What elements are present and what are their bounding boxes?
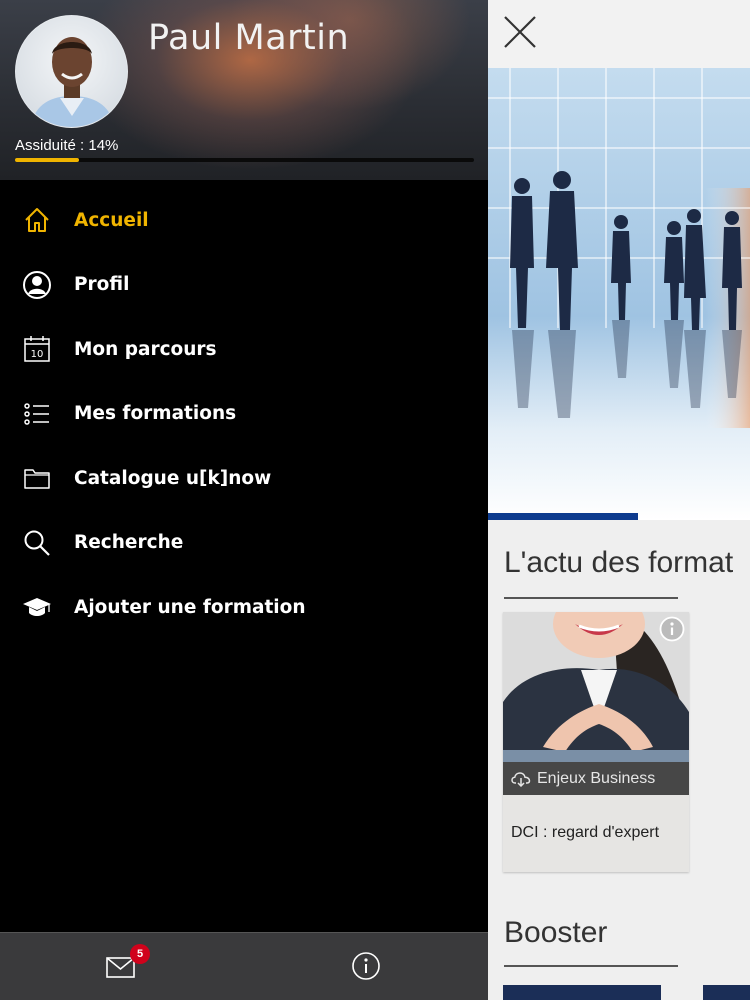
close-icon	[504, 16, 536, 48]
section-divider	[504, 965, 678, 967]
user-name: Paul Martin	[148, 18, 350, 58]
info-button[interactable]	[351, 951, 381, 981]
menu-label: Catalogue u[k]now	[74, 467, 272, 489]
menu-item-profil[interactable]: Profil	[0, 253, 488, 318]
avatar[interactable]	[15, 15, 128, 128]
menu-item-ajouter-formation[interactable]: Ajouter une formation	[0, 575, 488, 640]
messages-button[interactable]: 5	[106, 944, 150, 983]
formation-card[interactable]: Enjeux Business DCI : regard d'expert	[503, 612, 689, 872]
hero-underline	[488, 513, 638, 520]
profile-icon	[22, 270, 52, 300]
avatar-photo	[30, 37, 115, 127]
main-content-panel: L'actu des format Enjeux Business DCI: …	[488, 0, 750, 1000]
menu-item-mon-parcours[interactable]: 10 Mon parcours	[0, 317, 488, 382]
calendar-icon: 10	[22, 334, 52, 364]
drawer-bottom-bar: 5	[0, 932, 488, 1000]
graduation-cap-icon	[22, 592, 52, 622]
menu-label: Recherche	[74, 532, 184, 554]
navigation-drawer: Paul Martin Assiduité : 14% Accueil Prof…	[0, 0, 488, 1000]
assiduite-progress-fill	[15, 158, 80, 162]
list-icon	[22, 399, 52, 429]
menu-item-mes-formations[interactable]: Mes formations	[0, 382, 488, 447]
svg-text:10: 10	[31, 349, 44, 360]
info-icon	[659, 616, 685, 642]
menu-item-catalogue[interactable]: Catalogue u[k]now	[0, 446, 488, 511]
hero-banner-image[interactable]	[488, 68, 750, 520]
card-tag-label: Enjeux Business	[537, 769, 656, 787]
card-image	[503, 612, 689, 762]
booster-card-peek[interactable]	[503, 985, 661, 1000]
menu-label: Mon parcours	[74, 338, 217, 360]
card-title: DCI : regard d'expert	[511, 824, 660, 841]
menu-label: Accueil	[74, 209, 149, 231]
card-category-tag: Enjeux Business	[503, 762, 689, 795]
section-divider	[504, 597, 678, 599]
business-people-silhouettes-image	[488, 68, 750, 520]
section-title-booster: Booster	[504, 916, 608, 949]
drawer-header: Paul Martin Assiduité : 14%	[0, 0, 488, 180]
card-info-button[interactable]	[659, 616, 685, 642]
menu-label: Profil	[74, 274, 130, 296]
folder-icon	[22, 463, 52, 493]
assiduite-label: Assiduité : 14%	[15, 137, 119, 154]
assiduite-progress-bar	[15, 158, 474, 162]
cloud-download-icon	[511, 771, 531, 787]
unread-count-badge: 5	[130, 944, 150, 964]
home-icon	[22, 205, 52, 235]
drawer-menu: Accueil Profil 10 Mon parcours Mes forma…	[0, 188, 488, 640]
menu-label: Mes formations	[74, 403, 237, 425]
search-icon	[22, 528, 52, 558]
menu-item-recherche[interactable]: Recherche	[0, 511, 488, 576]
info-icon	[352, 952, 380, 980]
section-title-actu: L'actu des format	[504, 546, 734, 579]
booster-card-peek[interactable]	[703, 985, 750, 1000]
top-bar	[488, 0, 750, 68]
close-drawer-button[interactable]	[502, 14, 538, 50]
menu-label: Ajouter une formation	[74, 596, 306, 618]
menu-item-accueil[interactable]: Accueil	[0, 188, 488, 253]
